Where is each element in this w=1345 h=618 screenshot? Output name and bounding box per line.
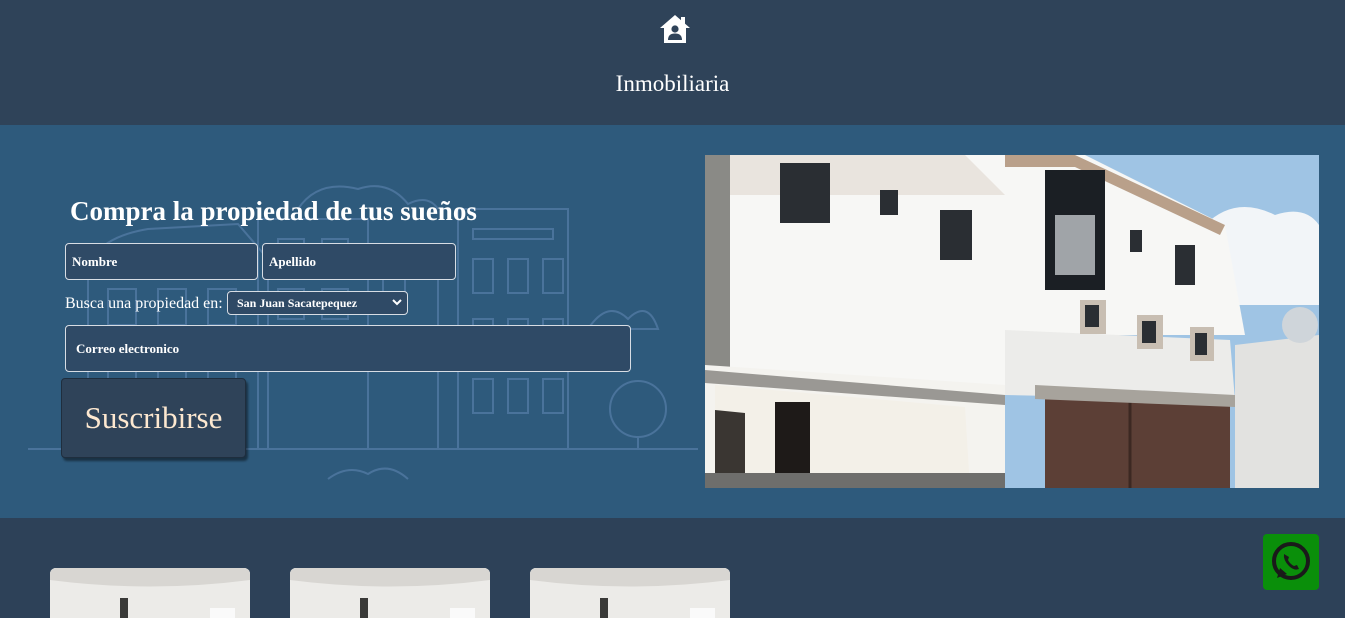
property-card[interactable] — [50, 568, 250, 618]
whatsapp-button[interactable] — [1263, 534, 1319, 590]
house-photo-image — [705, 155, 1319, 488]
hero-section: Compra la propiedad de tus sueños Busca … — [0, 125, 1345, 518]
nombre-input[interactable] — [65, 243, 258, 280]
site-header: Inmobiliaria — [0, 0, 1345, 125]
subscribe-button[interactable]: Suscribirse — [61, 378, 246, 458]
house-user-icon[interactable] — [659, 14, 691, 44]
house-photo — [705, 155, 1319, 488]
whatsapp-icon — [1272, 542, 1310, 580]
brand-title[interactable]: Inmobiliaria — [0, 71, 1345, 97]
property-card[interactable] — [530, 568, 730, 618]
property-photo — [290, 568, 490, 618]
property-cards — [0, 518, 1345, 618]
location-select[interactable]: San Juan Sacatepequez — [227, 291, 408, 315]
busca-propiedad-label: Busca una propiedad en: — [65, 295, 223, 312]
property-card[interactable] — [290, 568, 490, 618]
apellido-input[interactable] — [262, 243, 456, 280]
property-photo — [50, 568, 250, 618]
location-select-value: San Juan Sacatepequez — [237, 296, 358, 310]
hero-title: Compra la propiedad de tus sueños — [70, 196, 477, 226]
email-field[interactable] — [65, 325, 631, 372]
chevron-down-icon — [392, 299, 402, 306]
property-photo — [530, 568, 730, 618]
